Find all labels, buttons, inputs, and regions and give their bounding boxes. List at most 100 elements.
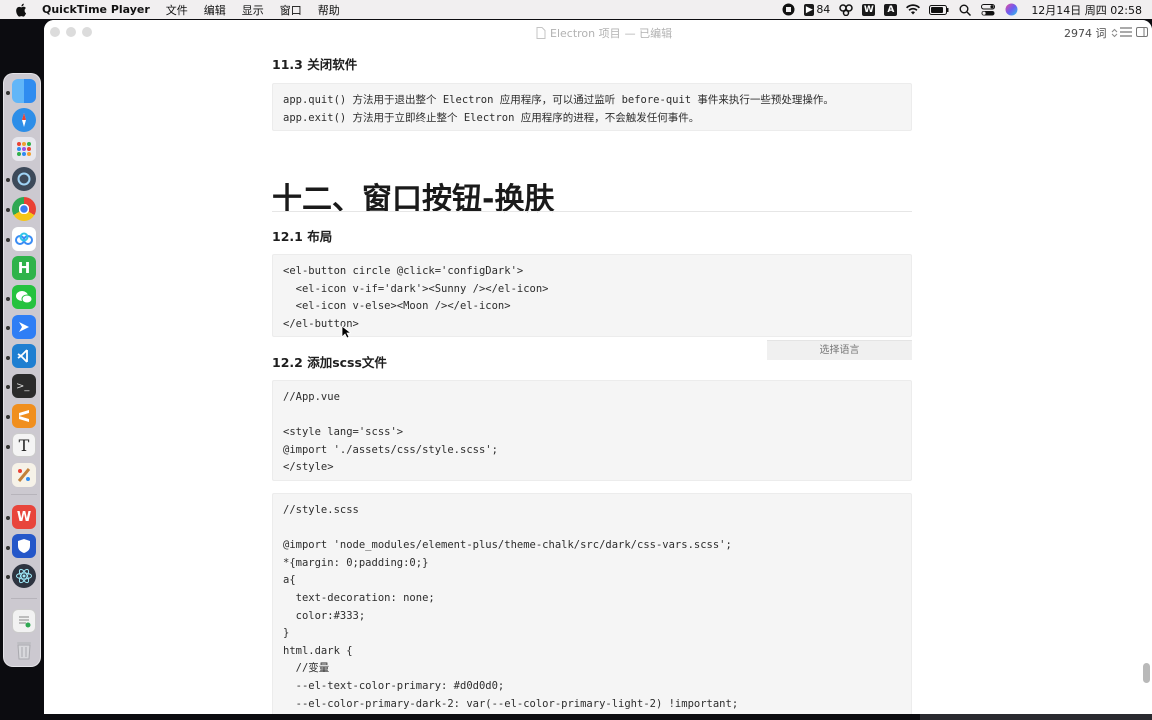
code-block-app-vue[interactable]: //App.vue <style lang='scss'> @import '.… [272, 380, 912, 481]
sublime-text-icon[interactable] [12, 404, 36, 428]
heading-layout: 12.1 布局 [272, 229, 333, 244]
sidebar-toggle-icon[interactable] [1136, 26, 1148, 38]
menu-edit[interactable]: 编辑 [204, 2, 226, 18]
running-indicator [6, 297, 10, 301]
word-count[interactable]: 2974 词 [1064, 25, 1118, 41]
code-line: a{ [283, 574, 296, 587]
code-line: <style lang='scss'> [283, 426, 404, 439]
terminal-icon[interactable]: >_ [12, 374, 36, 398]
menu-help[interactable]: 帮助 [318, 2, 340, 18]
typora-icon[interactable]: T [12, 433, 36, 457]
play-icon: ▶ [804, 3, 815, 16]
menu-bar: QuickTime Player 文件 编辑 显示 窗口 帮助 ▶ 84 W A [0, 0, 1152, 19]
document-icon[interactable] [12, 609, 36, 633]
battery-icon[interactable] [929, 3, 949, 17]
feishu-icon[interactable] [12, 315, 36, 339]
running-indicator [6, 91, 10, 95]
running-indicator [6, 238, 10, 242]
code-line: </style> [283, 461, 334, 474]
running-indicator [6, 385, 10, 389]
wechat-icon[interactable] [12, 285, 36, 309]
code-line: //style.scss [283, 504, 359, 516]
language-select[interactable]: 选择语言 [767, 340, 912, 360]
mouse-cursor-icon [341, 324, 353, 339]
code-line: color:#333; [283, 609, 366, 622]
code-block-layout[interactable]: <el-button circle @click='configDark'> <… [272, 254, 912, 337]
siri-icon[interactable] [1004, 3, 1018, 17]
finder-icon[interactable] [12, 79, 36, 103]
running-indicator [6, 326, 10, 330]
window-titlebar: Electron 项目 — 已编辑 2974 词 [44, 20, 1152, 44]
wps-status-icon[interactable]: W [862, 3, 876, 16]
scrollbar-thumb[interactable] [1143, 663, 1150, 683]
wps-icon[interactable]: W [12, 505, 36, 529]
window-title: Electron 项目 — 已编辑 [536, 25, 672, 41]
baidu-netdisk-icon[interactable] [12, 227, 36, 251]
vscode-icon[interactable] [12, 344, 36, 368]
code-line: *{margin: 0;padding:0;} [283, 556, 429, 569]
running-indicator [6, 575, 10, 579]
dock-separator [11, 598, 37, 599]
running-indicator [6, 356, 10, 360]
heading-add-scss: 12.2 添加scss文件 [272, 355, 387, 370]
code-line: <el-button circle @click='configDark'> [283, 265, 524, 277]
code-line: --el-color-primary-dark-2: var(--el-colo… [283, 697, 739, 710]
chevron-updown-icon [1111, 28, 1117, 38]
menu-file[interactable]: 文件 [166, 2, 188, 18]
connection-icon[interactable] [839, 3, 854, 17]
vpn-shield-icon[interactable] [12, 534, 36, 558]
code-line: </el-button> [283, 317, 359, 330]
document-icon [536, 27, 546, 39]
safari-icon[interactable] [12, 108, 36, 132]
dock: H >_ T W [3, 73, 41, 667]
running-indicator [6, 445, 10, 449]
code-line: //变量 [283, 662, 330, 675]
running-indicator [6, 516, 10, 520]
status-area: ▶ 84 W A 12月14日 周四 02:58 [781, 0, 1142, 19]
code-line: app.quit() 方法用于退出整个 Electron 应用程序，可以通过监听… [283, 94, 834, 106]
code-line: --el-text-color-primary: #d0d0d0; [283, 679, 505, 692]
search-icon[interactable] [958, 3, 972, 17]
editor-window: Electron 项目 — 已编辑 2974 词 11.3 关闭软件 app.q… [44, 20, 1152, 714]
chrome-icon[interactable] [12, 197, 36, 221]
code-block-close[interactable]: app.quit() 方法用于退出整个 Electron 应用程序，可以通过监听… [272, 83, 912, 131]
menu-clock[interactable]: 12月14日 周四 02:58 [1031, 2, 1142, 18]
code-line: app.exit() 方法用于立即终止整个 Electron 应用程序的进程，不… [283, 111, 700, 124]
input-method-icon[interactable]: A [884, 3, 898, 16]
hbuilder-icon[interactable]: H [12, 256, 36, 280]
code-line: //App.vue [283, 391, 340, 403]
zoom-window-button[interactable] [82, 27, 92, 37]
code-block-style-scss[interactable]: //style.scss @import 'node_modules/eleme… [272, 493, 912, 714]
word-count-text: 2974 词 [1064, 27, 1107, 40]
running-indicator [6, 415, 10, 419]
wifi-icon[interactable] [906, 3, 921, 17]
minimize-window-button[interactable] [66, 27, 76, 37]
status-badge-count: 84 [816, 3, 831, 16]
menu-app-name[interactable]: QuickTime Player [42, 3, 150, 16]
launchpad-icon[interactable] [12, 137, 36, 161]
menu-view[interactable]: 显示 [242, 2, 264, 18]
close-window-button[interactable] [50, 27, 60, 37]
apple-logo-icon[interactable] [15, 3, 29, 17]
electron-icon[interactable] [12, 564, 36, 588]
code-line: <el-icon v-else><Moon /></el-icon> [283, 300, 511, 313]
trash-icon[interactable] [12, 638, 36, 662]
window-title-text: Electron 项目 [550, 27, 621, 40]
outline-list-icon[interactable] [1120, 26, 1132, 38]
dock-separator [11, 494, 37, 495]
running-indicator [6, 208, 10, 212]
heading-divider [272, 211, 912, 212]
desktop-background [920, 714, 1152, 720]
running-indicator [6, 178, 10, 182]
code-line: @import './assets/css/style.scss'; [283, 443, 498, 456]
screen-recorder-icon[interactable] [12, 167, 36, 191]
menu-window[interactable]: 窗口 [280, 2, 302, 18]
control-center-icon[interactable] [981, 3, 996, 17]
code-line: } [283, 627, 290, 640]
code-line: @import 'node_modules/element-plus/theme… [283, 539, 732, 552]
player-status-icon[interactable]: ▶ 84 [804, 3, 830, 17]
record-stop-icon[interactable] [781, 3, 795, 17]
paintbrush-icon[interactable] [12, 463, 36, 487]
